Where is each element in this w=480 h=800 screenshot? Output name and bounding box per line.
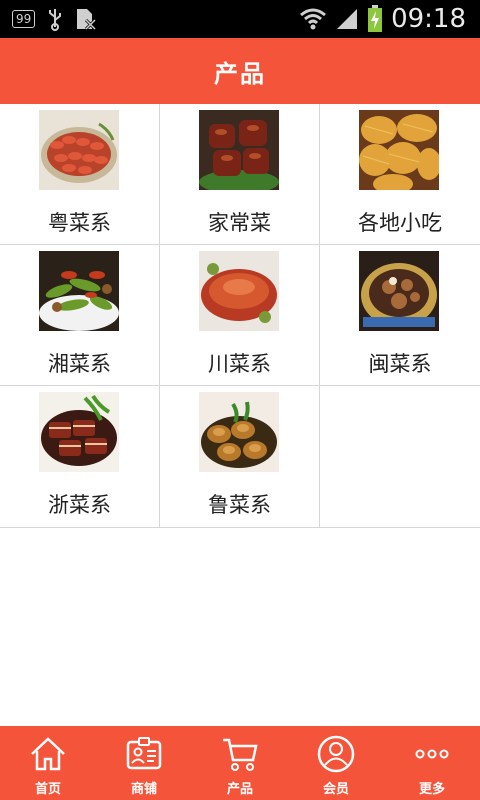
home-icon: [31, 737, 65, 771]
category-label: 粤菜系: [48, 211, 111, 235]
nav-label: 产品: [226, 782, 253, 797]
category-label: 川菜系: [208, 352, 271, 376]
nav-item-products[interactable]: 产品: [192, 726, 288, 800]
more-icon: [415, 749, 449, 759]
nav-item-store[interactable]: 商铺: [96, 726, 192, 800]
status-bar-time: 09:18: [391, 4, 466, 34]
status-bar-right: 09:18: [299, 3, 466, 35]
category-label: 各地小吃: [358, 211, 442, 235]
category-label: 家常菜: [208, 211, 271, 235]
status-bar: 99 09:18: [0, 0, 480, 38]
empty-grid-cell: [320, 386, 480, 527]
cart-icon: [223, 738, 258, 771]
status-bar-left: 99: [12, 7, 97, 31]
notification-count-icon: 99: [12, 10, 36, 28]
signal-icon: [337, 9, 358, 29]
nav-label: 会员: [322, 782, 349, 797]
nav-item-more[interactable]: 更多: [384, 726, 480, 800]
title-bar: 产品: [0, 38, 480, 104]
wifi-icon: [300, 8, 327, 30]
category-item-zhejiang[interactable]: 浙菜系: [0, 386, 160, 527]
nav-label: 首页: [34, 782, 61, 797]
store-card-icon: [126, 737, 162, 770]
category-label: 闽菜系: [368, 352, 432, 376]
category-item-local-snacks[interactable]: 各地小吃: [320, 104, 480, 245]
category-label: 湘菜系: [48, 352, 111, 376]
nav-item-member[interactable]: 会员: [288, 726, 384, 800]
category-label: 鲁菜系: [208, 493, 271, 517]
sim-card-icon: [77, 9, 97, 31]
category-item-hunan[interactable]: 湘菜系: [0, 245, 160, 386]
category-label: 浙菜系: [48, 493, 111, 517]
nav-label: 商铺: [130, 782, 157, 797]
member-icon: [317, 735, 355, 773]
category-item-fujian[interactable]: 闽菜系: [320, 245, 480, 386]
steamed-shrimp-image: [39, 110, 119, 190]
nav-item-home[interactable]: 首页: [0, 726, 96, 800]
nav-label: 更多: [418, 782, 445, 797]
buddha-jumps-wall-image: [359, 251, 439, 331]
category-item-sichuan[interactable]: 川菜系: [160, 245, 320, 386]
category-item-shandong[interactable]: 鲁菜系: [160, 386, 320, 527]
abalone-image: [199, 392, 279, 472]
dongpo-pork-image: [39, 392, 119, 472]
category-item-home-style[interactable]: 家常菜: [160, 104, 320, 245]
category-grid: 粤菜系 家常菜 各地小吃 湘菜系 川菜系 闽菜系 浙菜系 鲁菜系: [0, 104, 480, 528]
roast-pig-image: [199, 251, 279, 331]
battery-charging-icon: [368, 5, 383, 32]
bottom-navigation: 首页 商铺 产品 会员 更多: [0, 726, 480, 800]
stir-fried-peppers-image: [39, 251, 119, 331]
fried-pastry-image: [359, 110, 439, 190]
braised-pork-image: [199, 110, 279, 190]
category-item-cantonese[interactable]: 粤菜系: [0, 104, 160, 245]
page-title: 产品: [214, 59, 266, 88]
usb-icon: [49, 9, 62, 31]
